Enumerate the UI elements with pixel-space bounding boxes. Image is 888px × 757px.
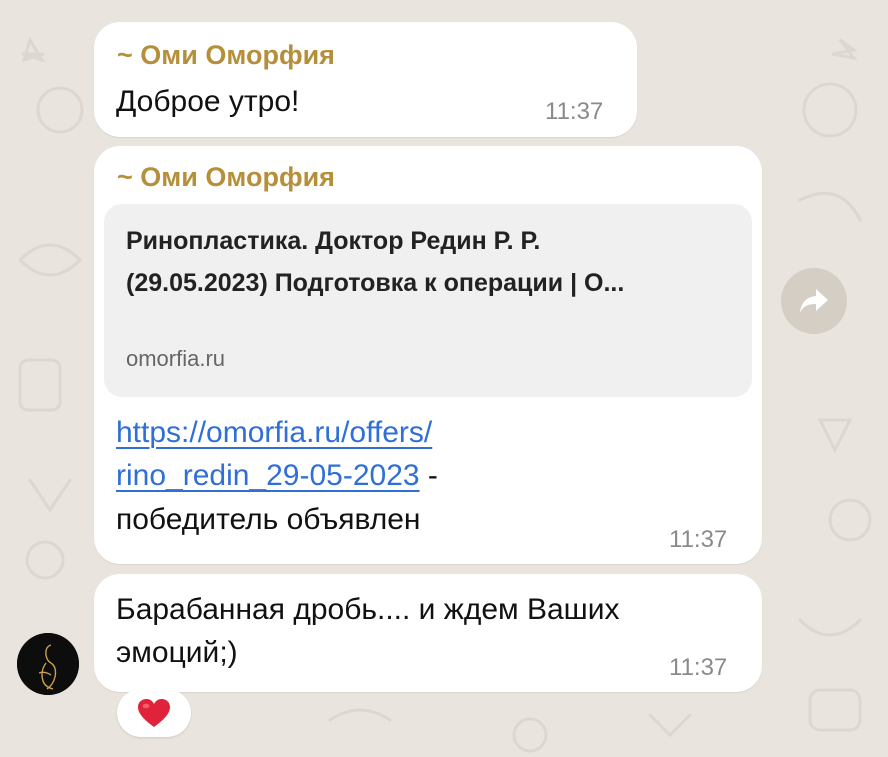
message-link-line2: rino_redin_29-05-2023 - <box>116 454 438 497</box>
message-time: 11:37 <box>669 526 728 553</box>
message-link-line1: https://omorfia.ru/offers/ <box>116 411 432 454</box>
message-text-line2: эмоций;) <box>116 636 238 669</box>
message-link[interactable]: https://omorfia.ru/offers/ <box>116 416 432 449</box>
link-preview-title-line2: (29.05.2023) Подготовка к операции | О..… <box>126 269 625 297</box>
message-bubble-3[interactable]: Барабанная дробь.... и ждем Ваших эмоций… <box>94 574 762 692</box>
avatar[interactable] <box>17 633 79 695</box>
message-time: 11:37 <box>545 98 604 125</box>
message-text: победитель объявлен <box>116 503 421 536</box>
message-link-continued[interactable]: rino_redin_29-05-2023 <box>116 459 420 492</box>
link-preview-title-line1: Ринопластика. Доктор Редин Р. Р. <box>126 227 541 255</box>
heart-emoji <box>138 699 170 727</box>
message-text: Доброе утро! <box>116 85 300 118</box>
share-button[interactable] <box>781 268 847 334</box>
avatar-image <box>17 633 79 695</box>
message-text-line1: Барабанная дробь.... и ждем Ваших <box>116 593 620 626</box>
message-bubble-2[interactable]: ~ Оми Оморфия Ринопластика. Доктор Редин… <box>94 146 762 564</box>
message-bubble-1[interactable]: ~ Оми Оморфия Доброе утро! 11:37 <box>94 22 637 137</box>
share-forward-icon <box>800 289 828 313</box>
message-dash: - <box>419 459 438 492</box>
sender-name[interactable]: ~ Оми Оморфия <box>117 162 335 193</box>
link-preview-card[interactable]: Ринопластика. Доктор Редин Р. Р. (29.05.… <box>104 204 752 397</box>
reaction-badge[interactable] <box>117 689 191 737</box>
link-preview-domain: omorfia.ru <box>126 346 226 371</box>
sender-name[interactable]: ~ Оми Оморфия <box>117 40 335 71</box>
message-time: 11:37 <box>669 654 728 681</box>
